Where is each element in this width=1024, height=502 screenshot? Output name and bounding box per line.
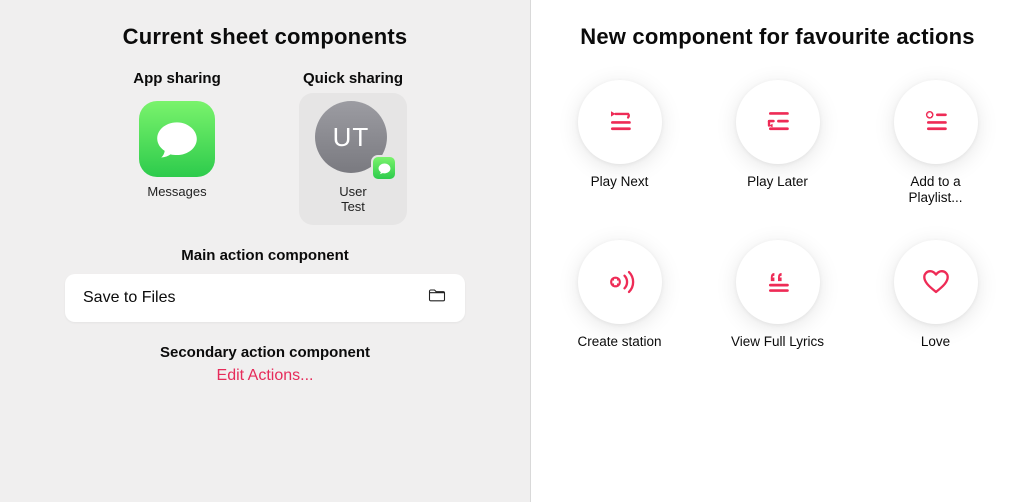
favourite-item-add-playlist[interactable]: Add to a Playlist...	[866, 80, 1006, 230]
favourite-grid: Play Next Play Later	[531, 80, 1024, 390]
edit-actions-button[interactable]: Edit Actions...	[0, 367, 530, 385]
avatar-initials: UT	[333, 122, 370, 153]
favourite-item-love[interactable]: Love	[866, 240, 1006, 390]
messages-app-icon	[139, 101, 215, 177]
view-lyrics-icon	[736, 240, 820, 324]
quick-sharing-title: Quick sharing	[303, 70, 403, 87]
save-to-files-row[interactable]: Save to Files	[65, 274, 465, 322]
favourite-item-play-next[interactable]: Play Next	[550, 80, 690, 230]
root: Current sheet components App sharing Mes…	[0, 0, 1024, 502]
create-station-label: Create station	[577, 334, 661, 350]
left-panel: Current sheet components App sharing Mes…	[0, 0, 530, 502]
play-next-label: Play Next	[591, 174, 649, 190]
messages-label: Messages	[147, 185, 206, 200]
play-later-label: Play Later	[747, 174, 808, 190]
secondary-action-heading: Secondary action component	[0, 344, 530, 361]
right-panel: New component for favourite actions Play…	[531, 0, 1024, 502]
main-action-heading: Main action component	[0, 247, 530, 264]
folder-icon	[427, 285, 447, 310]
app-sharing-title: App sharing	[133, 70, 221, 87]
app-sharing-col: App sharing Messages	[97, 70, 257, 225]
messages-badge-icon	[371, 155, 397, 181]
add-to-playlist-label: Add to a Playlist...	[886, 174, 986, 206]
play-next-icon	[578, 80, 662, 164]
favourite-item-create-station[interactable]: Create station	[550, 240, 690, 390]
add-to-playlist-icon	[894, 80, 978, 164]
love-icon	[894, 240, 978, 324]
share-row: App sharing Messages Quick sharing UT	[0, 70, 530, 225]
left-title: Current sheet components	[0, 24, 530, 50]
quick-sharing-item[interactable]: UT User Test	[299, 93, 407, 225]
love-label: Love	[921, 334, 950, 350]
right-title: New component for favourite actions	[531, 24, 1024, 50]
favourite-item-view-lyrics[interactable]: View Full Lyrics	[708, 240, 848, 390]
play-later-icon	[736, 80, 820, 164]
view-lyrics-label: View Full Lyrics	[731, 334, 824, 350]
app-sharing-item[interactable]: Messages	[123, 93, 231, 210]
quick-sharing-col: Quick sharing UT User Test	[273, 70, 433, 225]
save-to-files-label: Save to Files	[83, 289, 175, 307]
contact-label: User Test	[339, 185, 366, 215]
favourite-item-play-later[interactable]: Play Later	[708, 80, 848, 230]
contact-icon: UT	[315, 101, 391, 177]
create-station-icon	[578, 240, 662, 324]
